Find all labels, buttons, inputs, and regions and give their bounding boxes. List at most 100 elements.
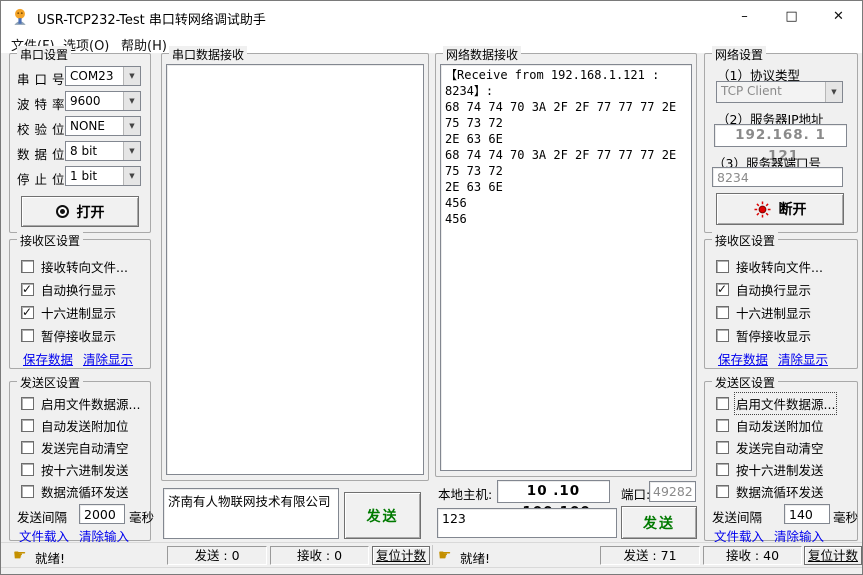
recv-to-file-left[interactable]: 接收转向文件... (21, 259, 128, 274)
app-window: USR-TCP232-Test 串口转网络调试助手 – □ ✕ 文件(F) 选项… (0, 0, 863, 575)
serial-send-settings-title: 发送区设置 (17, 374, 83, 391)
checkbox-label: 暂停接收显示 (736, 326, 811, 345)
hex-send-left[interactable]: 按十六进制发送 (21, 462, 129, 477)
auto-newline-right[interactable]: 自动换行显示 (716, 282, 811, 297)
clear-after-send-left[interactable]: 发送完自动清空 (21, 440, 129, 455)
checkbox[interactable] (716, 260, 729, 273)
auto-newline-left[interactable]: 自动换行显示 (21, 282, 116, 297)
checkbox[interactable] (21, 329, 34, 342)
clear-display-link-right[interactable]: 清除显示 (778, 349, 828, 368)
net-send-button[interactable]: 发送 (621, 506, 697, 539)
serial-send-button[interactable]: 发送 (344, 492, 421, 539)
net-status-text: 就绪! (460, 548, 490, 567)
checkbox-label: 十六进制显示 (41, 303, 116, 322)
com-port-value: COM23 (66, 67, 123, 85)
recv-to-file-right[interactable]: 接收转向文件... (716, 259, 823, 274)
disconnect-button[interactable]: 断开 (716, 193, 844, 225)
hex-display-left[interactable]: 十六进制显示 (21, 305, 116, 320)
checkbox[interactable] (21, 283, 34, 296)
local-host-label: 本地主机: (438, 484, 492, 503)
chevron-down-icon[interactable]: ▼ (123, 117, 140, 135)
stop-bits-select[interactable]: 1 bit ▼ (65, 166, 141, 186)
serial-send-input[interactable]: 济南有人物联网技术有限公司 (163, 488, 339, 539)
checkbox[interactable] (21, 463, 34, 476)
net-send-label: 发送 (643, 513, 675, 533)
checkbox-label: 自动换行显示 (41, 280, 116, 299)
local-host-ip-field[interactable]: 10 .10 .100.100 (497, 480, 610, 503)
net-send-input[interactable]: 123 (437, 508, 617, 538)
checkbox[interactable] (21, 441, 34, 454)
chevron-down-icon[interactable]: ▼ (123, 142, 140, 160)
checkbox-label: 发送完自动清空 (41, 438, 129, 457)
data-bits-select[interactable]: 8 bit ▼ (65, 141, 141, 161)
interval-unit-left: 毫秒 (129, 507, 154, 526)
close-button[interactable]: ✕ (815, 1, 862, 33)
window-title: USR-TCP232-Test 串口转网络调试助手 (37, 9, 266, 28)
checkbox-label: 自动发送附加位 (736, 416, 824, 435)
app-icon (11, 8, 29, 26)
protocol-type-select: TCP Client ▼ (716, 81, 843, 103)
file-source-left[interactable]: 启用文件数据源... (21, 396, 140, 411)
save-data-link-right[interactable]: 保存数据 (718, 349, 768, 368)
serial-recv-area[interactable] (166, 64, 424, 475)
save-data-link-left[interactable]: 保存数据 (23, 349, 73, 368)
checkbox[interactable] (21, 306, 34, 319)
checkbox[interactable] (716, 485, 729, 498)
chevron-down-icon[interactable]: ▼ (123, 67, 140, 85)
clear-after-send-right[interactable]: 发送完自动清空 (716, 440, 824, 455)
baud-rate-select[interactable]: 9600 ▼ (65, 91, 141, 111)
checkbox-label: 启用文件数据源... (736, 394, 835, 413)
checkbox[interactable] (716, 283, 729, 296)
file-source-right[interactable]: 启用文件数据源... (716, 396, 835, 411)
open-serial-label: 打开 (77, 202, 105, 222)
serial-data-recv-title: 串口数据接收 (169, 46, 247, 63)
stop-bits-value: 1 bit (66, 167, 123, 185)
chevron-down-icon[interactable]: ▼ (123, 92, 140, 110)
checkbox[interactable] (716, 419, 729, 432)
open-serial-button[interactable]: 打开 (21, 196, 139, 227)
menu-help[interactable]: 帮助(H) (117, 35, 171, 54)
checkbox[interactable] (716, 306, 729, 319)
baud-rate-label: 波特率 (17, 94, 70, 113)
checkbox[interactable] (716, 397, 729, 410)
interval-input-left[interactable] (79, 504, 125, 524)
hex-send-right[interactable]: 按十六进制发送 (716, 462, 824, 477)
parity-select[interactable]: NONE ▼ (65, 116, 141, 136)
local-port-field: 49282 (649, 481, 696, 502)
hex-display-right[interactable]: 十六进制显示 (716, 305, 811, 320)
pause-recv-right[interactable]: 暂停接收显示 (716, 328, 811, 343)
chevron-down-icon: ▼ (825, 82, 842, 102)
serial-reset-count-button[interactable]: 复位计数 (372, 546, 430, 565)
auto-append-right[interactable]: 自动发送附加位 (716, 418, 824, 433)
serial-closed-led-icon (56, 205, 69, 218)
net-recv-area[interactable]: 【Receive from 192.168.1.121 : 8234】: 68 … (440, 64, 692, 471)
chevron-down-icon[interactable]: ▼ (123, 167, 140, 185)
status-strip (1, 567, 862, 575)
clear-display-link-left[interactable]: 清除显示 (83, 349, 133, 368)
loop-send-right[interactable]: 数据流循环发送 (716, 484, 824, 499)
checkbox[interactable] (716, 441, 729, 454)
checkbox[interactable] (21, 260, 34, 273)
pause-recv-left[interactable]: 暂停接收显示 (21, 328, 116, 343)
maximize-button[interactable]: □ (768, 1, 815, 33)
checkbox[interactable] (21, 419, 34, 432)
checkbox[interactable] (21, 485, 34, 498)
connected-led-icon (754, 201, 771, 218)
checkbox[interactable] (716, 329, 729, 342)
data-bits-value: 8 bit (66, 142, 123, 160)
loop-send-left[interactable]: 数据流循环发送 (21, 484, 129, 499)
com-port-select[interactable]: COM23 ▼ (65, 66, 141, 86)
title-bar: USR-TCP232-Test 串口转网络调试助手 – □ ✕ (1, 1, 862, 33)
protocol-type-value: TCP Client (717, 82, 825, 102)
serial-send-label: 发送 (367, 506, 399, 526)
net-reset-count-button[interactable]: 复位计数 (804, 546, 862, 565)
checkbox[interactable] (21, 397, 34, 410)
minimize-button[interactable]: – (721, 1, 768, 33)
checkbox[interactable] (716, 463, 729, 476)
checkbox-label: 十六进制显示 (736, 303, 811, 322)
parity-label: 校验位 (17, 119, 70, 138)
checkbox-label: 启用文件数据源... (41, 394, 140, 413)
checkbox-label: 发送完自动清空 (736, 438, 824, 457)
auto-append-left[interactable]: 自动发送附加位 (21, 418, 129, 433)
interval-input-right[interactable] (784, 504, 830, 524)
